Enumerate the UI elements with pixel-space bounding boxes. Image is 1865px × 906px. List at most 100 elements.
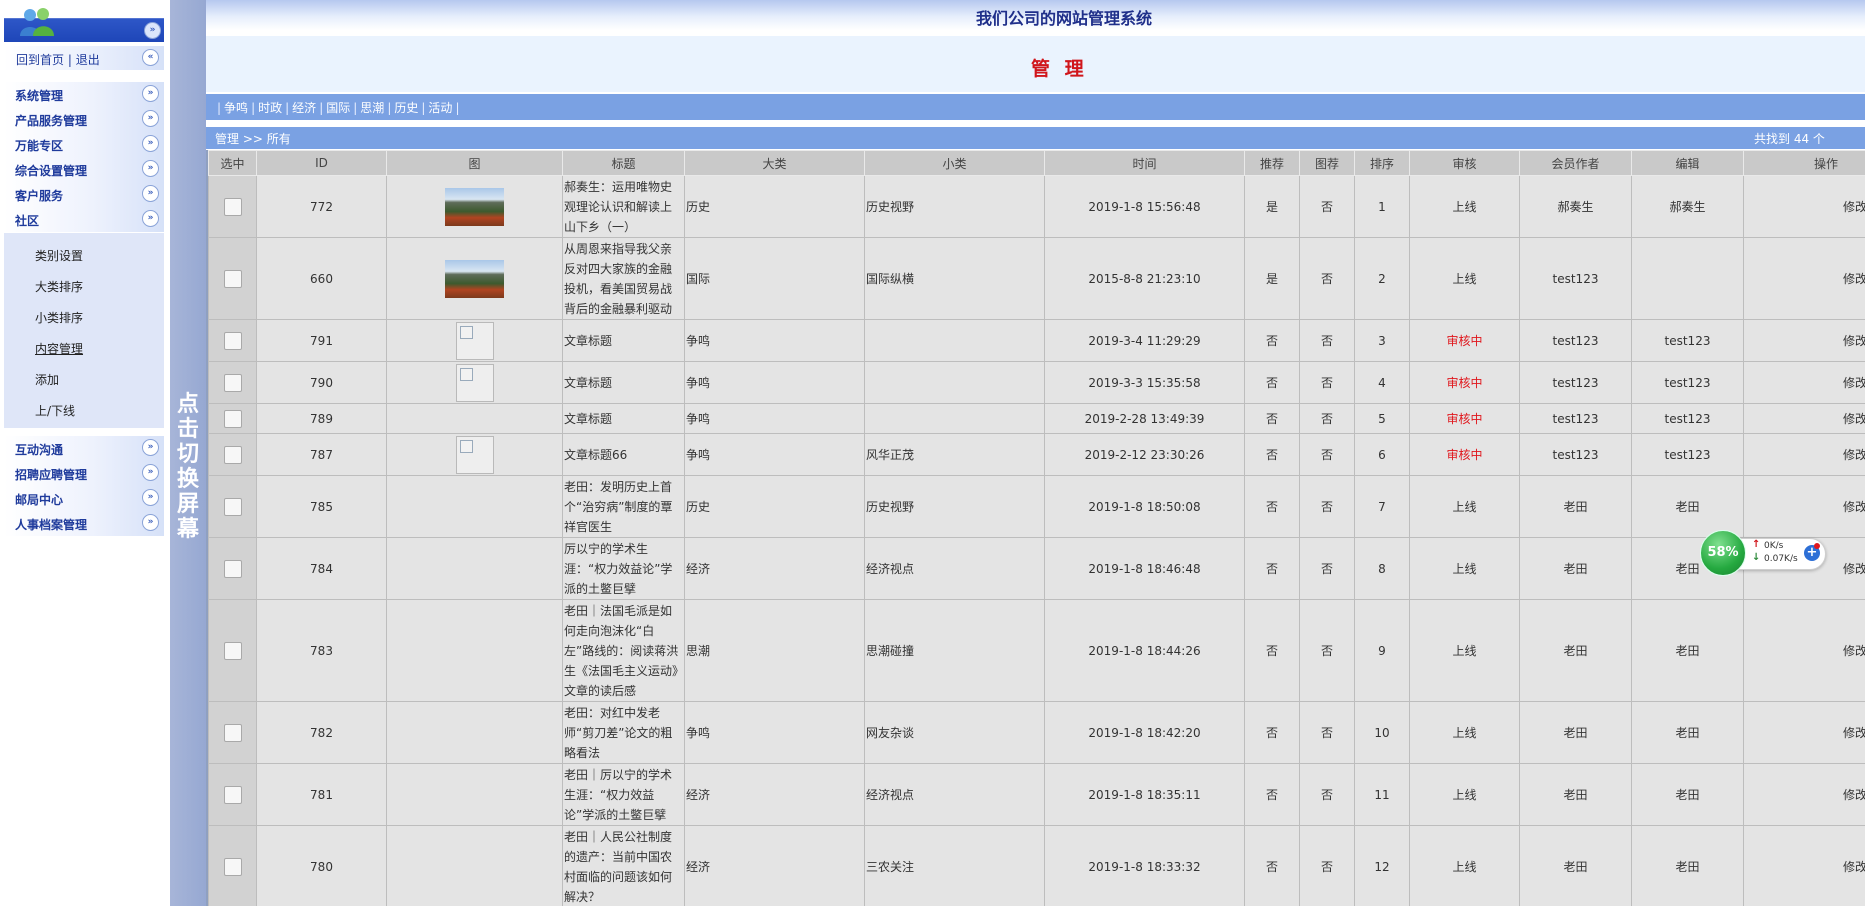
edit-link[interactable]: 修改: [1843, 448, 1865, 462]
category-link[interactable]: 争鸣: [224, 101, 248, 115]
title-cell[interactable]: 厉以宁的学术生涯：“权力效益论”学派的土鳖巨擘: [562, 537, 685, 600]
edit-link[interactable]: 修改: [1843, 272, 1865, 286]
recommend-cell[interactable]: 否: [1244, 537, 1300, 600]
switch-screen-char[interactable]: 击: [176, 417, 200, 442]
title-cell[interactable]: 从周恩来指导我父亲反对四大家族的金融投机，看美国贸易战背后的金融暴利驱动: [562, 237, 685, 320]
select-checkbox[interactable]: [223, 497, 242, 516]
switch-screen-label[interactable]: 点击切换屏幕: [176, 392, 200, 542]
title-cell[interactable]: 文章标题: [562, 361, 685, 404]
select-checkbox[interactable]: [223, 641, 242, 660]
expand-icon[interactable]: »: [142, 439, 159, 456]
edit-link[interactable]: 修改: [1843, 562, 1865, 576]
status-cell[interactable]: 上线: [1409, 237, 1520, 320]
logout-link[interactable]: 退出: [76, 53, 100, 67]
category-link[interactable]: 活动: [428, 101, 452, 115]
image-recommend-cell[interactable]: 否: [1299, 763, 1355, 826]
broken-image-icon[interactable]: [455, 363, 494, 402]
content-table-wrapper[interactable]: 选中 ID 图标题 大类 小类 时间 推荐 图荐 排序 审核 会员作者 编辑 操作 772 郝奏生：运用唯…: [206, 150, 1865, 906]
title-cell[interactable]: 老田｜法国毛派是如何走向泡沫化“白左”路线的：阅读蒋洪生《法国毛主义运动》文章的…: [562, 599, 685, 702]
status-cell[interactable]: 上线: [1409, 537, 1520, 600]
switch-screen-bar[interactable]: 点击切换屏幕: [170, 0, 206, 906]
recommend-cell[interactable]: 否: [1244, 361, 1300, 404]
expand-icon[interactable]: »: [142, 160, 159, 177]
image-recommend-cell[interactable]: 否: [1299, 599, 1355, 702]
edit-link[interactable]: 修改: [1843, 376, 1865, 390]
category-link[interactable]: 时政: [258, 101, 282, 115]
edit-link[interactable]: 修改: [1843, 860, 1865, 874]
image-recommend-cell[interactable]: 否: [1299, 537, 1355, 600]
edit-link[interactable]: 修改: [1843, 334, 1865, 348]
collapse-header-icon[interactable]: »: [144, 22, 161, 39]
image-recommend-cell[interactable]: 否: [1299, 701, 1355, 764]
edit-link[interactable]: 修改: [1843, 644, 1865, 658]
select-checkbox[interactable]: [223, 269, 242, 288]
recommend-cell[interactable]: 是: [1244, 237, 1300, 320]
expand-icon[interactable]: »: [142, 135, 159, 152]
image-recommend-cell[interactable]: 否: [1299, 361, 1355, 404]
image-recommend-cell[interactable]: 否: [1299, 403, 1355, 434]
recommend-cell[interactable]: 否: [1244, 319, 1300, 362]
recommend-cell[interactable]: 否: [1244, 825, 1300, 906]
recommend-cell[interactable]: 否: [1244, 763, 1300, 826]
edit-link[interactable]: 修改: [1843, 726, 1865, 740]
select-checkbox[interactable]: [223, 785, 242, 804]
expand-icon[interactable]: »: [142, 185, 159, 202]
status-cell[interactable]: 上线: [1409, 475, 1520, 538]
expand-icon[interactable]: »: [142, 514, 159, 531]
menu-system[interactable]: 系统管理»: [4, 82, 164, 107]
select-checkbox[interactable]: [223, 409, 242, 428]
edit-link[interactable]: 修改: [1843, 200, 1865, 214]
expand-icon[interactable]: »: [142, 85, 159, 102]
menu-settings[interactable]: 综合设置管理»: [4, 157, 164, 182]
select-checkbox[interactable]: [223, 723, 242, 742]
title-cell[interactable]: 文章标题66: [562, 433, 685, 476]
category-link[interactable]: 经济: [292, 101, 316, 115]
title-cell[interactable]: 文章标题: [562, 403, 685, 434]
status-cell[interactable]: 审核中: [1409, 403, 1520, 434]
select-checkbox[interactable]: [223, 857, 242, 876]
category-link[interactable]: 国际: [326, 101, 350, 115]
expand-icon[interactable]: »: [142, 110, 159, 127]
select-checkbox[interactable]: [223, 373, 242, 392]
menu-universal[interactable]: 万能专区»: [4, 132, 164, 157]
sub-online-offline[interactable]: 上/下线: [35, 402, 75, 419]
image-recommend-cell[interactable]: 否: [1299, 475, 1355, 538]
status-cell[interactable]: 上线: [1409, 701, 1520, 764]
sub-add[interactable]: 添加: [35, 371, 59, 388]
expand-icon[interactable]: »: [142, 210, 159, 227]
edit-link[interactable]: 修改: [1843, 788, 1865, 802]
net-speed-widget[interactable]: 58% ↑ 0K/s ↓ 0.07K/s +: [1700, 530, 1826, 576]
recommend-cell[interactable]: 否: [1244, 701, 1300, 764]
menu-community[interactable]: 社区»: [4, 207, 164, 232]
image-recommend-cell[interactable]: 否: [1299, 433, 1355, 476]
collapse-all-icon[interactable]: «: [142, 49, 159, 66]
recommend-cell[interactable]: 否: [1244, 475, 1300, 538]
title-cell[interactable]: 郝奏生：运用唯物史观理论认识和解读上山下乡（一）: [562, 175, 685, 238]
edit-link[interactable]: 修改: [1843, 500, 1865, 514]
status-cell[interactable]: 上线: [1409, 763, 1520, 826]
title-cell[interactable]: 老田：对红中发老师“剪刀差”论文的粗略看法: [562, 701, 685, 764]
sub-small-sort[interactable]: 小类排序: [35, 309, 83, 326]
category-link[interactable]: 思潮: [360, 101, 384, 115]
switch-screen-char[interactable]: 点: [176, 392, 200, 417]
recommend-cell[interactable]: 否: [1244, 433, 1300, 476]
title-cell[interactable]: 老田：发明历史上首个“治穷病”制度的覃祥官医生: [562, 475, 685, 538]
expand-icon[interactable]: »: [142, 489, 159, 506]
thumbnail-image[interactable]: [445, 187, 504, 226]
image-recommend-cell[interactable]: 否: [1299, 237, 1355, 320]
menu-products[interactable]: 产品服务管理»: [4, 107, 164, 132]
menu-hr[interactable]: 人事档案管理»: [4, 511, 164, 536]
image-recommend-cell[interactable]: 否: [1299, 175, 1355, 238]
switch-screen-char[interactable]: 幕: [176, 517, 200, 542]
select-checkbox[interactable]: [223, 559, 242, 578]
image-recommend-cell[interactable]: 否: [1299, 319, 1355, 362]
sub-big-sort[interactable]: 大类排序: [35, 278, 83, 295]
menu-interaction[interactable]: 互动沟通»: [4, 436, 164, 461]
status-cell[interactable]: 审核中: [1409, 361, 1520, 404]
sub-content-manage[interactable]: 内容管理: [35, 340, 83, 357]
sub-category-settings[interactable]: 类别设置: [35, 247, 83, 264]
menu-recruit[interactable]: 招聘应聘管理»: [4, 461, 164, 486]
menu-mail[interactable]: 邮局中心»: [4, 486, 164, 511]
status-cell[interactable]: 上线: [1409, 175, 1520, 238]
select-checkbox[interactable]: [223, 197, 242, 216]
